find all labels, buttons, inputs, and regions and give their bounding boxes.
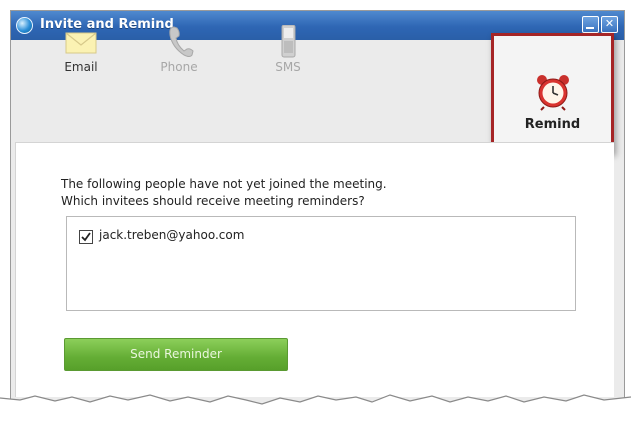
envelope-icon — [65, 32, 97, 54]
invitee-list[interactable]: jack.treben@yahoo.com — [66, 216, 576, 311]
tab-sms[interactable]: SMS — [253, 25, 323, 74]
mobile-phone-icon — [281, 25, 296, 58]
close-button[interactable]: ✕ — [601, 16, 618, 33]
minimize-button[interactable] — [582, 16, 599, 33]
send-reminder-button[interactable]: Send Reminder — [64, 338, 288, 371]
close-icon: ✕ — [604, 17, 615, 30]
torn-edge-decoration — [0, 394, 631, 421]
prompt-line-2: Which invitees should receive meeting re… — [61, 194, 365, 208]
tab-remind[interactable]: Remind — [491, 33, 614, 153]
app-globe-icon — [16, 17, 33, 34]
reminder-prompt: The following people have not yet joined… — [61, 176, 387, 210]
tab-phone-label: Phone — [160, 60, 198, 74]
invitee-email: jack.treben@yahoo.com — [99, 228, 245, 242]
checkmark-icon — [81, 232, 91, 242]
prompt-line-1: The following people have not yet joined… — [61, 177, 387, 191]
invitee-checkbox[interactable] — [79, 230, 93, 244]
tab-email[interactable]: Email — [46, 32, 116, 74]
phone-icon — [169, 26, 194, 57]
tab-email-label: Email — [64, 60, 98, 74]
tab-sms-label: SMS — [275, 60, 301, 74]
tab-remind-label: Remind — [524, 117, 581, 132]
alarm-clock-icon — [537, 75, 569, 111]
tab-phone[interactable]: Phone — [144, 26, 214, 74]
